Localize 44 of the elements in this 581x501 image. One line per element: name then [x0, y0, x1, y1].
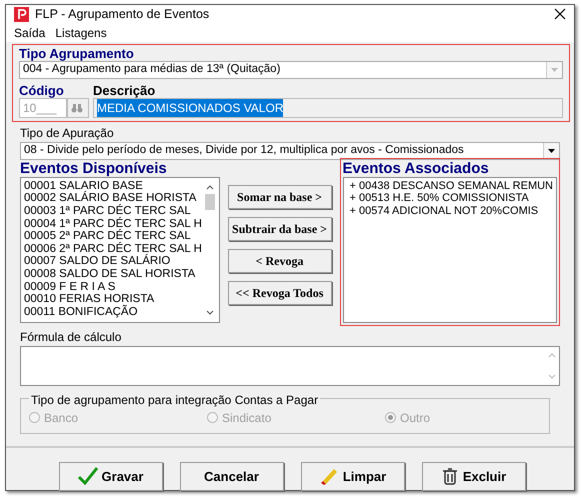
list-item[interactable]: + 00574 ADICIONAL NOT 20%COMIS [350, 204, 553, 218]
list-item[interactable]: + 00438 DESCANSO SEMANAL REMUN [350, 180, 553, 192]
binoculars-icon[interactable] [67, 98, 89, 118]
action-button[interactable]: Subtrair da base > [228, 216, 332, 241]
list-item[interactable]: 00001 SALARIO BASE [24, 180, 204, 192]
field-label: Tipo de Apuração [20, 124, 115, 142]
action-button[interactable]: < Revoga [228, 248, 332, 273]
list-item[interactable]: 00007 SALDO DE SALÁRIO [24, 255, 204, 268]
footer-button[interactable]: Cancelar [180, 462, 284, 491]
action-button[interactable]: Somar na base > [228, 184, 332, 209]
list-title: Eventos Associados [342, 160, 490, 177]
field-label: Descrição [93, 82, 156, 98]
list-item[interactable]: 00011 BONIFICAÇÃO [24, 306, 204, 318]
radio-label: Banco [44, 410, 78, 427]
list-item[interactable]: 00009 F E R I A S [24, 280, 204, 294]
list-item[interactable]: 00008 SALDO DE SAL HORISTA [24, 268, 204, 280]
footer-button[interactable]: Gravar [58, 462, 162, 491]
list-title: Eventos Disponíveis [20, 160, 168, 177]
trash-icon [440, 467, 459, 486]
list-item[interactable]: 00002 SALÁRIO BASE HORISTA [24, 192, 204, 205]
menu-item[interactable]: Listagens [55, 24, 107, 42]
field-label: Tipo Agrupamento [19, 46, 135, 61]
footer-button[interactable]: Excluir [422, 462, 526, 491]
list-item[interactable]: 00006 2ª PARC DÉC TERC SAL H [24, 242, 204, 256]
field-label: Fórmula de cálculo [20, 328, 122, 346]
menu-item[interactable]: Saída [14, 24, 46, 42]
check-icon [78, 467, 98, 486]
dropdown-arrow-icon[interactable] [548, 148, 555, 153]
list-item[interactable]: 00003 1ª PARC DÉC TERC SAL [24, 204, 204, 218]
eraser-icon [318, 467, 339, 486]
list-item[interactable]: 00004 1ª PARC DÉC TERC SAL H [24, 218, 204, 230]
calculation-type-dropdown[interactable]: 08 - Divide pelo período de meses, Divide por 12, multiplica por avos - Comissionados [20, 142, 560, 160]
formula-field[interactable] [20, 346, 560, 386]
list-item[interactable]: 00005 2ª PARC DÉC TERC SAL [24, 230, 204, 243]
list-item[interactable]: 00010 FERIAS HORISTA [24, 293, 204, 306]
footer-button[interactable]: Limpar [300, 462, 404, 491]
radio-label: Outro [400, 410, 430, 427]
field-label: Código [19, 82, 65, 98]
list-item[interactable]: + 00513 H.E. 50% COMISSIONISTA [350, 192, 553, 205]
close-icon[interactable] [554, 8, 566, 20]
action-button[interactable]: << Revoga Todos [228, 280, 332, 305]
description-field[interactable]: MEDIA COMISSIONADOS VALOR [93, 98, 563, 118]
radio-label: Sindicato [222, 410, 272, 427]
window-title: FLP - Agrupamento de Eventos [35, 6, 210, 23]
